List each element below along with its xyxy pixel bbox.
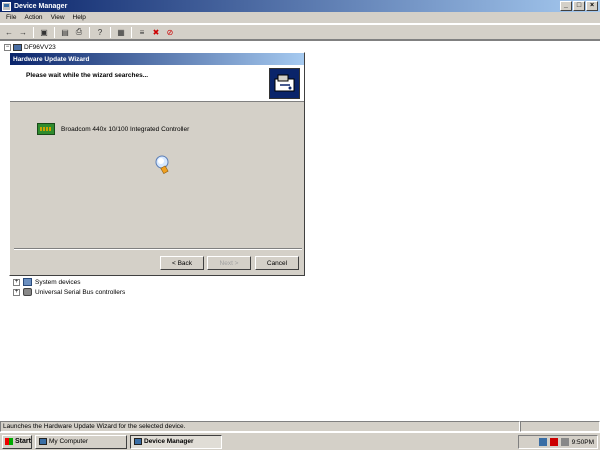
- properties-icon[interactable]: ▤: [59, 26, 71, 38]
- update-driver-icon[interactable]: ▦: [115, 26, 127, 38]
- toolbar-separator: [33, 26, 34, 38]
- status-text: Launches the Hardware Update Wizard for …: [0, 421, 520, 432]
- usb-icon: [23, 288, 32, 296]
- minimize-button[interactable]: _: [560, 1, 572, 11]
- device-manager-app-icon: [2, 1, 11, 11]
- start-button[interactable]: Start: [2, 434, 32, 449]
- wizard-titlebar[interactable]: Hardware Update Wizard: [10, 53, 304, 65]
- help-icon[interactable]: ?: [94, 26, 106, 38]
- window-titlebar[interactable]: Device Manager _ □ ×: [0, 0, 600, 12]
- menu-bar: File Action View Help: [0, 12, 600, 24]
- task-label: Device Manager: [144, 438, 194, 445]
- print-icon[interactable]: ⎙: [73, 26, 85, 38]
- close-button[interactable]: ×: [586, 1, 598, 11]
- wizard-divider: [14, 248, 302, 250]
- toolbar-separator: [131, 26, 132, 38]
- tree-root[interactable]: − DF96VV23: [4, 44, 56, 51]
- disable-icon[interactable]: ⊘: [164, 26, 176, 38]
- toolbar-separator: [110, 26, 111, 38]
- toolbar-separator: [54, 26, 55, 38]
- menu-help[interactable]: Help: [69, 14, 90, 21]
- forward-icon[interactable]: →: [17, 26, 29, 38]
- task-my-computer[interactable]: My Computer: [35, 434, 127, 449]
- toolbar-separator: [89, 26, 90, 38]
- tree-item-label: Universal Serial Bus controllers: [35, 288, 126, 296]
- taskbar: Start My Computer Device Manager 9:50PM: [0, 432, 600, 450]
- scan-icon[interactable]: ≡: [136, 26, 148, 38]
- window-controls: _ □ ×: [560, 1, 598, 11]
- task-device-manager[interactable]: Device Manager: [130, 434, 222, 449]
- toolbar: ← → ▣ ▤ ⎙ ? ▦ ≡ ✖ ⊘: [0, 24, 600, 40]
- my-computer-icon: [39, 438, 47, 445]
- menu-file[interactable]: File: [2, 14, 20, 21]
- device-manager-icon: [134, 438, 142, 445]
- device-name: Broadcom 440x 10/100 Integrated Controll…: [61, 125, 190, 133]
- device-line: Broadcom 440x 10/100 Integrated Controll…: [37, 123, 189, 135]
- network-card-icon: [37, 123, 55, 135]
- window-title: Device Manager: [14, 2, 68, 10]
- back-button[interactable]: < Back: [160, 256, 204, 270]
- network-tray-icon[interactable]: [538, 438, 547, 446]
- cancel-button[interactable]: Cancel: [255, 256, 299, 270]
- status-cell: [520, 421, 600, 432]
- tree-item-system-devices[interactable]: + System devices: [13, 278, 81, 286]
- collapse-expander[interactable]: −: [4, 44, 11, 51]
- windows-logo-icon: [5, 438, 13, 445]
- wizard-header: Please wait while the wizard searches...: [10, 65, 304, 102]
- maximize-button[interactable]: □: [573, 1, 585, 11]
- wizard-heading: Please wait while the wizard searches...: [26, 72, 149, 79]
- system-devices-icon: [23, 278, 32, 286]
- expand-expander[interactable]: +: [13, 288, 20, 296]
- expand-expander[interactable]: +: [13, 278, 20, 286]
- clock[interactable]: 9:50PM: [572, 439, 594, 446]
- status-bar: Launches the Hardware Update Wizard for …: [0, 420, 600, 432]
- task-label: My Computer: [49, 438, 89, 445]
- alert-tray-icon[interactable]: [549, 438, 558, 446]
- searching-flashlight-icon: [155, 155, 169, 175]
- tree-item-usb-controllers[interactable]: + Universal Serial Bus controllers: [13, 288, 125, 296]
- tree-item-label: System devices: [35, 278, 81, 286]
- menu-action[interactable]: Action: [20, 14, 46, 21]
- up-icon[interactable]: ▣: [38, 26, 50, 38]
- menu-view[interactable]: View: [47, 14, 69, 21]
- speaker-tray-icon[interactable]: [560, 438, 569, 446]
- hardware-update-wizard: Hardware Update Wizard Please wait while…: [9, 52, 305, 276]
- hardware-wizard-icon: [269, 68, 300, 99]
- start-label: Start: [15, 438, 31, 445]
- computer-icon: [13, 44, 22, 51]
- system-tray: 9:50PM: [518, 435, 598, 449]
- uninstall-icon[interactable]: ✖: [150, 26, 162, 38]
- wizard-title: Hardware Update Wizard: [13, 55, 90, 63]
- next-button[interactable]: Next >: [207, 256, 251, 270]
- back-icon[interactable]: ←: [3, 26, 15, 38]
- tree-root-label: DF96VV23: [24, 44, 56, 51]
